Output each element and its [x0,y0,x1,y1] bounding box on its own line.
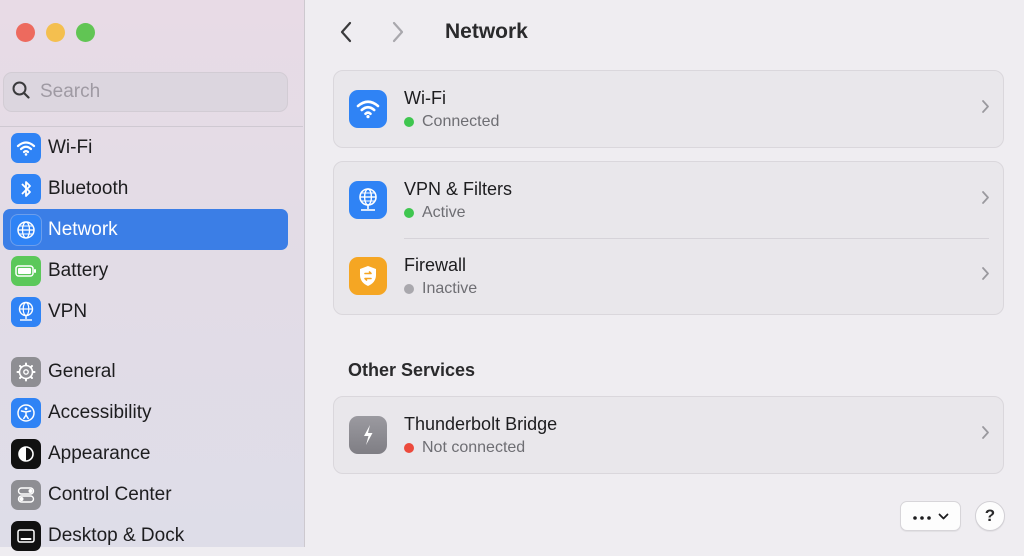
service-status: Inactive [404,280,477,298]
sidebar-item-label: Control Center [48,483,172,505]
search-input[interactable] [38,80,262,104]
sidebar-group-system: General Accessibility Appearance Control… [3,351,288,556]
search-icon [12,81,30,104]
sidebar-group-connectivity: Wi-Fi Bluetooth Network Battery VPN [3,127,288,332]
status-text: Not connected [422,438,526,456]
firewall-shield-icon [349,257,387,295]
forward-button[interactable] [383,18,413,46]
status-text: Active [422,203,466,221]
service-row-firewall[interactable]: Firewall Inactive [334,238,1003,314]
main-content: Network Wi-Fi Connected VPN & Filters Ac… [305,0,1024,547]
service-row-vpn-filters[interactable]: VPN & Filters Active [334,162,1003,238]
page-title: Network [445,20,528,43]
ellipsis-icon [912,507,931,525]
appearance-icon [11,438,41,469]
sidebar-item-label: Battery [48,259,109,281]
status-dot-red [404,442,414,453]
sidebar-item-vpn[interactable]: VPN [3,291,288,332]
row-divider [404,238,989,239]
sidebar-item-label: Accessibility [48,401,152,423]
sidebar-item-wifi[interactable]: Wi-Fi [3,127,288,168]
other-services-card: Thunderbolt Bridge Not connected [333,396,1004,474]
sidebar-item-label: Bluetooth [48,177,129,199]
sidebar-item-label: VPN [48,300,88,322]
sidebar-item-label: Appearance [48,442,151,464]
section-heading-other-services: Other Services [348,360,476,380]
help-button[interactable]: ? [975,501,1005,531]
search-field[interactable] [3,72,288,112]
service-name: Thunderbolt Bridge [404,413,558,434]
zoom-window-button[interactable] [76,23,95,42]
back-button[interactable] [331,18,361,46]
chevron-down-icon [938,507,949,525]
sidebar-item-label: General [48,360,116,382]
sidebar-item-general[interactable]: General [3,351,288,392]
sidebar-item-appearance[interactable]: Appearance [3,433,288,474]
thunderbolt-icon [349,416,387,454]
sidebar-item-network[interactable]: Network [3,209,288,250]
service-status: Connected [404,113,499,131]
more-actions-button[interactable] [900,501,961,531]
wifi-icon [349,90,387,128]
status-text: Connected [422,112,500,130]
vpn-globe-icon [349,181,387,219]
chevron-right-icon [981,99,990,119]
sidebar-item-label: Desktop & Dock [48,524,185,546]
service-row-wifi[interactable]: Wi-Fi Connected [334,71,1003,147]
gear-icon [11,356,41,387]
sidebar-item-bluetooth[interactable]: Bluetooth [3,168,288,209]
security-card: VPN & Filters Active Firewall Inactive [333,161,1004,315]
minimize-window-button[interactable] [46,23,65,42]
service-status: Not connected [404,439,557,457]
sidebar-item-desktop-dock[interactable]: Desktop & Dock [3,515,288,556]
sidebar-item-battery[interactable]: Battery [3,250,288,291]
sidebar: Wi-Fi Bluetooth Network Battery VPN [0,0,305,551]
chevron-left-icon [340,21,352,43]
sidebar-item-label: Network [48,218,118,240]
chevron-right-icon [981,190,990,210]
control-center-icon [11,479,41,510]
window-controls [16,23,95,42]
sidebar-item-label: Wi-Fi [48,136,93,158]
chevron-right-icon [981,266,990,286]
service-row-thunderbolt-bridge[interactable]: Thunderbolt Bridge Not connected [334,397,1003,473]
wifi-card: Wi-Fi Connected [333,70,1004,148]
status-dot-gray [404,283,414,294]
service-name: Firewall [404,254,467,275]
bluetooth-icon [11,173,41,204]
service-name: VPN & Filters [404,178,513,199]
close-window-button[interactable] [16,23,35,42]
accessibility-icon [11,397,41,428]
desktop-dock-icon [11,520,41,551]
status-dot-green [404,116,414,127]
chevron-right-icon [981,425,990,445]
globe-icon [11,214,41,245]
sidebar-item-accessibility[interactable]: Accessibility [3,392,288,433]
status-dot-green [404,207,414,218]
service-status: Active [404,204,512,222]
vpn-globe-icon [11,296,41,327]
service-name: Wi-Fi [404,87,446,108]
chevron-right-icon [392,21,404,43]
status-text: Inactive [422,279,478,297]
sidebar-item-control-center[interactable]: Control Center [3,474,288,515]
wifi-icon [11,132,41,163]
battery-icon [11,255,41,286]
toolbar: Network [331,18,528,46]
